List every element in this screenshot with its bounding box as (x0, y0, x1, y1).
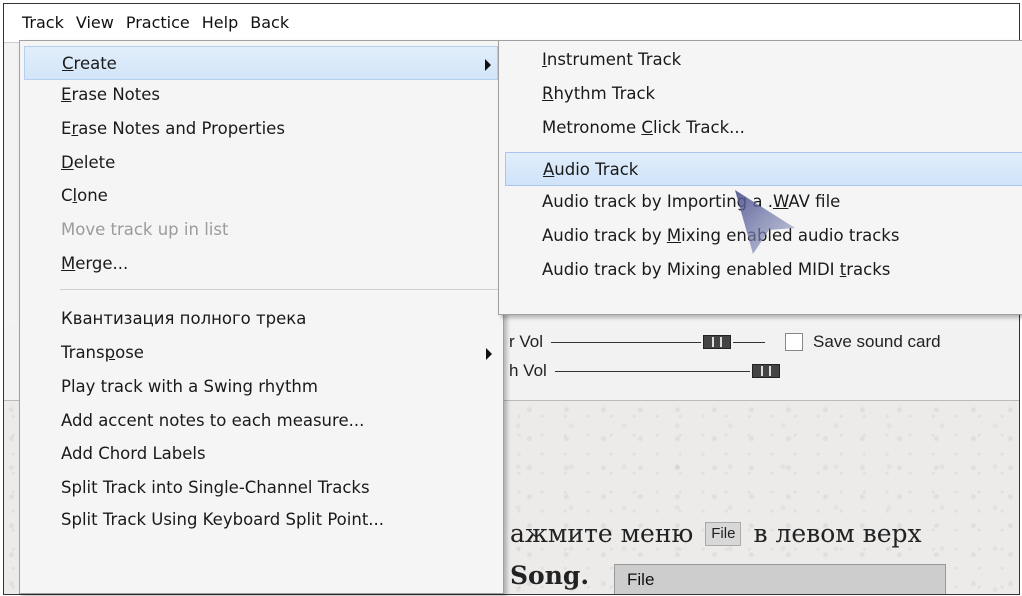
menu-item-label: Create (62, 54, 117, 73)
submenu-item-label: Metronome Click Track... (542, 118, 745, 137)
track-menu-dropdown: Create Erase Notes Erase Notes and Propert… (19, 40, 504, 594)
menu-item-label: Transpose (61, 343, 144, 362)
song-text: Song. (510, 561, 590, 590)
volume-slider-thumb-2[interactable] (751, 364, 780, 378)
save-sound-card-label: Save sound card (813, 332, 941, 351)
create-submenu: Instrument Track Rhythm Track Metronome Cl… (498, 40, 1022, 315)
menu-item-erase-notes-and-properties[interactable]: Erase Notes and Properties (24, 112, 498, 146)
volume-label-2: h Vol (509, 361, 547, 380)
file-menu-bar-image: File (614, 564, 946, 594)
menu-item-split-track-using-keyboard-split-point[interactable]: Split Track Using Keyboard Split Point..… (24, 503, 498, 537)
volume-label-1: r Vol (509, 332, 544, 351)
menu-item-label: Move track up in list (61, 220, 229, 239)
menu-item-label: Split Track into Single-Channel Tracks (61, 478, 370, 497)
menu-item-add-accent-notes-to-each-measure[interactable]: Add accent notes to each measure... (24, 404, 498, 438)
submenu-item-audio-track-by-mixing-enabled-midi-tracks[interactable]: Audio track by Mixing enabled MIDI track… (505, 253, 1022, 287)
submenu-item-label: Audio track by Mixing enabled MIDI track… (542, 260, 891, 279)
menubar-help[interactable]: Help (196, 4, 244, 42)
menu-item-label: Erase Notes (61, 85, 160, 104)
volume-row-2: h Vol (509, 359, 782, 383)
menubar-practice[interactable]: Practice (120, 4, 196, 42)
menu-item-label: Erase Notes and Properties (61, 119, 285, 138)
submenu-item-label: Audio Track (543, 160, 639, 179)
submenu-item-rhythm-track[interactable]: Rhythm Track (505, 77, 1022, 111)
menu-item-play-track-with-a-swing-rhythm[interactable]: Play track with a Swing rhythm (24, 370, 498, 404)
menu-item-label: Add Chord Labels (61, 444, 206, 463)
menu-bar: Track View Practice Help Back (4, 4, 1019, 43)
menu-item-label: Add accent notes to each measure... (61, 411, 365, 430)
volume-row-1: r Vol Save sound card (509, 330, 941, 354)
menu-item-label: Clone (61, 186, 108, 205)
submenu-item-instrument-track[interactable]: Instrument Track (505, 43, 1022, 77)
menu-item-label: Квантизация полного трека (61, 309, 307, 328)
menu-item-label: Merge... (61, 254, 129, 273)
menu-item-merge[interactable]: Merge... (24, 247, 498, 281)
file-menu-chip: File (705, 521, 742, 546)
submenu-arrow-icon (486, 348, 492, 360)
save-sound-card-checkbox[interactable] (785, 333, 804, 351)
menu-item-clone[interactable]: Clone (24, 179, 498, 213)
menu-item-label: Delete (61, 153, 116, 172)
menu-item-delete[interactable]: Delete (24, 146, 498, 180)
menu-item-квантизация-полного-трека[interactable]: Квантизация полного трека (24, 302, 498, 336)
submenu-arrow-icon (485, 59, 491, 71)
help-text-line: ажмите меню File в левом верх (510, 519, 922, 548)
menu-item-label: Split Track Using Keyboard Split Point..… (61, 510, 385, 529)
menubar-view[interactable]: View (70, 4, 120, 42)
menu-item-add-chord-labels[interactable]: Add Chord Labels (24, 437, 498, 471)
menu-item-split-track-into-single-channel-tracks[interactable]: Split Track into Single-Channel Tracks (24, 471, 498, 505)
volume-slider-thumb-1[interactable] (703, 335, 732, 349)
menubar-track[interactable]: Track (4, 4, 70, 42)
submenu-item-metronome-click-track[interactable]: Metronome Click Track... (505, 111, 1022, 145)
menu-item-create[interactable]: Create (24, 46, 498, 80)
mouse-pointer-icon (735, 190, 795, 254)
submenu-item-label: Instrument Track (542, 50, 682, 69)
submenu-item-audio-track[interactable]: Audio Track (505, 152, 1022, 186)
menu-item-erase-notes[interactable]: Erase Notes (24, 78, 498, 112)
menu-separator (60, 289, 498, 290)
submenu-item-label: Rhythm Track (542, 84, 656, 103)
menu-item-label: Play track with a Swing rhythm (61, 377, 318, 396)
menu-item-move-track-up-in-list: Move track up in list (24, 213, 498, 247)
submenu-item-label: Audio track by Mixing enabled audio trac… (542, 226, 900, 245)
menubar-back[interactable]: Back (244, 4, 295, 42)
menu-item-transpose[interactable]: Transpose (24, 336, 498, 370)
